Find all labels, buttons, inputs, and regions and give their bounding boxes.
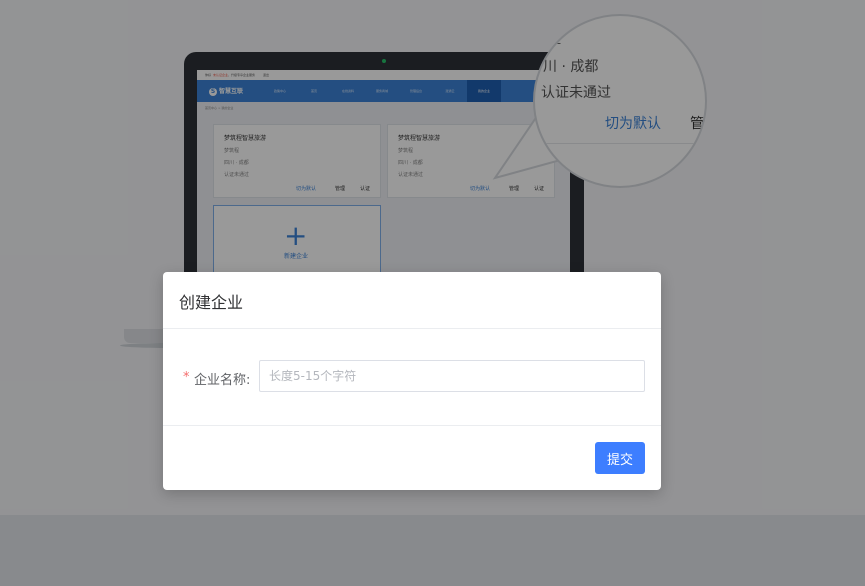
- dialog-title: 创建企业: [179, 293, 244, 312]
- company-name-input[interactable]: [259, 360, 645, 392]
- dialog-header: 创建企业: [163, 272, 661, 329]
- company-name-row: * 企业名称:: [163, 360, 661, 394]
- company-name-label: 企业名称:: [194, 373, 251, 388]
- submit-button[interactable]: 提交: [595, 442, 645, 474]
- required-mark: *: [183, 370, 190, 385]
- create-company-dialog: 创建企业 * 企业名称: 提交: [163, 272, 661, 490]
- dialog-footer: 提交: [163, 425, 661, 491]
